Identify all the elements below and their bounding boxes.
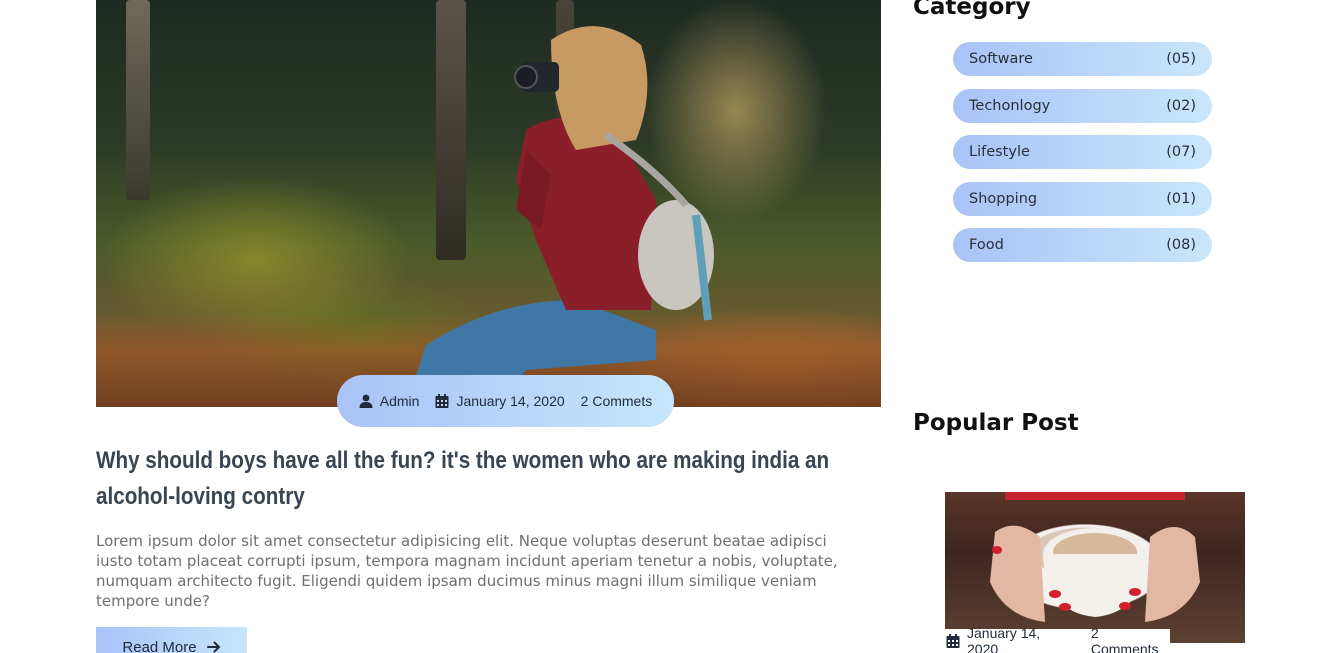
category-item-shopping[interactable]: Shopping (01) <box>953 181 1212 216</box>
post-date-text: January 14, 2020 <box>456 393 565 409</box>
category-list: Software (05) Techonlogy (02) Lifestyle … <box>953 42 1212 275</box>
read-more-button[interactable]: Read More <box>96 627 247 653</box>
post-date: January 14, 2020 <box>435 393 565 409</box>
category-item-food[interactable]: Food (08) <box>953 228 1212 262</box>
popular-post-date: January 14, 2020 <box>946 625 1075 653</box>
post-comments-link[interactable]: 2 Commets <box>581 393 653 409</box>
popular-post-comments[interactable]: 2 Comments <box>1091 625 1170 653</box>
post-featured-image[interactable] <box>96 0 881 407</box>
post-meta-bar: Admin January 14, 2020 2 Commets <box>337 375 674 427</box>
category-item-lifestyle[interactable]: Lifestyle (07) <box>953 135 1212 169</box>
photographer-figure <box>406 26 714 407</box>
category-name: Lifestyle <box>969 144 1030 160</box>
calendar-icon <box>435 394 449 408</box>
post-author[interactable]: Admin <box>359 393 420 409</box>
category-count: (05) <box>1166 51 1196 67</box>
category-count: (08) <box>1166 237 1196 253</box>
category-heading: Category <box>913 0 1031 20</box>
read-more-label: Read More <box>122 638 197 653</box>
category-item-techonlogy[interactable]: Techonlogy (02) <box>953 88 1212 123</box>
coffee-cup-figure <box>990 492 1200 622</box>
category-count: (02) <box>1166 97 1196 114</box>
arrow-right-icon <box>206 640 221 653</box>
category-item-software[interactable]: Software (05) <box>953 42 1212 76</box>
category-count: (01) <box>1166 190 1196 207</box>
category-name: Software <box>969 51 1033 67</box>
calendar-icon <box>946 634 960 648</box>
category-name: Shopping <box>969 190 1038 207</box>
category-name: Food <box>969 237 1004 253</box>
category-name: Techonlogy <box>969 97 1051 114</box>
popular-post-date-text: January 14, 2020 <box>967 625 1041 653</box>
post-author-name: Admin <box>379 393 420 409</box>
popular-post-heading: Popular Post <box>913 410 1079 436</box>
post-comments-text: 2 Commets <box>580 393 653 409</box>
user-icon <box>359 394 373 408</box>
post-title[interactable]: Why should boys have all the fun? it's t… <box>96 443 844 515</box>
post-excerpt: Lorem ipsum dolor sit amet consectetur a… <box>96 532 838 610</box>
popular-post-meta: January 14, 2020 2 Comments <box>945 625 1170 653</box>
category-count: (07) <box>1166 144 1196 160</box>
popular-post-image[interactable] <box>945 492 1245 643</box>
